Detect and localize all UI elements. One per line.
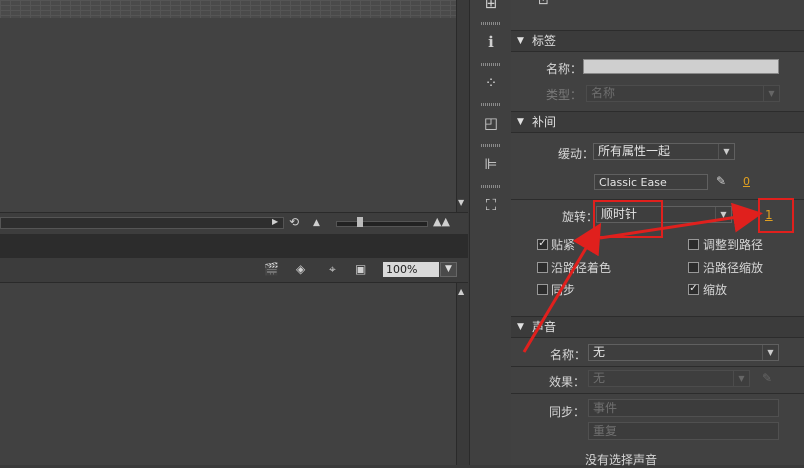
frame-type-label: 类型： [546, 88, 583, 102]
stage-area-top[interactable] [0, 0, 456, 212]
horizontal-scrollbar[interactable]: ▶ [0, 217, 284, 229]
classic-ease-field[interactable]: Classic Ease [594, 174, 708, 190]
zoom-dropdown-arrow[interactable]: ▼ [440, 262, 457, 277]
scale-label: 缩放 [703, 283, 728, 297]
loop-icon[interactable]: ⟲ [289, 215, 299, 229]
sound-name-value: 无 [593, 345, 606, 359]
sound-effect-label: 效果： [549, 375, 586, 389]
frame-type-dropdown[interactable]: 名称 ▼ [586, 85, 780, 102]
annotation-box-times [758, 198, 794, 233]
grip-handle[interactable] [481, 103, 501, 106]
stage-vertical-scrollbar-2[interactable]: ▲ [456, 283, 469, 465]
section-sound-title: 声音 [532, 320, 557, 334]
scroll-right-icon[interactable]: ▶ [272, 215, 278, 229]
ease-dropdown[interactable]: 所有属性一起 ▼ [593, 143, 735, 160]
stage-vertical-scrollbar[interactable]: ▼ [456, 0, 469, 212]
color-along-path-label: 沿路径着色 [551, 261, 612, 275]
section-tween-title: 补间 [532, 115, 557, 129]
chevron-down-icon: ▼ [762, 345, 778, 360]
snap-label: 贴紧 [551, 238, 576, 252]
grip-handle[interactable] [481, 185, 501, 188]
sound-sync-dropdown[interactable]: 事件 [588, 399, 779, 417]
edit-symbols-icon[interactable]: ◈ [296, 262, 305, 276]
sound-sync-label: 同步： [549, 405, 586, 419]
info-icon[interactable]: ℹ [478, 31, 504, 53]
chevron-down-icon: ▼ [763, 86, 779, 101]
frame-type-value: 名称 [591, 86, 616, 100]
snap-checkbox[interactable]: ✓ [537, 239, 548, 250]
chevron-down-icon: ▼ [733, 371, 749, 386]
align-grid-icon[interactable]: ⊞ [478, 0, 504, 14]
stage-area-bottom[interactable] [0, 283, 456, 465]
clapboard-icon[interactable]: 🎬 [264, 262, 279, 276]
no-sound-selected-text: 没有选择声音 [585, 453, 658, 467]
ease-label: 缓动： [558, 147, 595, 161]
sound-effect-dropdown[interactable]: 无 ▼ [588, 370, 750, 387]
ease-value: 所有属性一起 [598, 144, 671, 158]
symbol-icon: ⊡ [538, 0, 549, 8]
sound-name-label: 名称： [550, 348, 587, 362]
frame-name-input[interactable] [583, 59, 779, 74]
color-along-path-checkbox[interactable] [537, 262, 548, 273]
sync-label: 同步 [551, 283, 576, 297]
panel-icon-column: ⊞ ℹ ⁘ ◰ ⊫ ⛶ [469, 0, 512, 465]
sound-repeat-dropdown[interactable]: 重复 [588, 422, 779, 440]
timeline-zoom-slider[interactable] [336, 221, 428, 227]
align-icon[interactable]: ⊫ [478, 153, 504, 175]
swatches-icon[interactable]: ⁘ [478, 72, 504, 94]
section-label-title: 标签 [532, 34, 557, 48]
section-sound[interactable]: ▼ 声音 [511, 316, 804, 338]
panel-divider [0, 234, 468, 258]
pencil-icon[interactable]: ✎ [716, 174, 726, 188]
frame-name-label: 名称： [546, 62, 583, 76]
chevron-down-icon: ▼ [715, 207, 731, 222]
sound-name-dropdown[interactable]: 无 ▼ [588, 344, 779, 361]
sound-effect-value: 无 [593, 371, 606, 385]
sync-checkbox[interactable] [537, 284, 548, 295]
grip-handle[interactable] [481, 63, 501, 66]
collapse-triangle-icon[interactable]: ▼ [517, 31, 524, 51]
multiply-sign: × [744, 208, 755, 222]
scale-along-path-label: 沿路径缩放 [703, 261, 764, 275]
zoom-in-mountain-icon[interactable]: ▲▲ [433, 215, 450, 229]
grip-handle[interactable] [481, 144, 501, 147]
scale-along-path-checkbox[interactable] [688, 262, 699, 273]
grip-handle[interactable] [481, 22, 501, 25]
orient-to-path-checkbox[interactable] [688, 239, 699, 250]
orient-to-path-label: 调整到路径 [703, 238, 764, 252]
free-transform-icon[interactable]: ⛶ [478, 194, 504, 216]
clip-stage-icon[interactable]: ▣ [355, 262, 366, 276]
scroll-up-icon[interactable]: ▲ [458, 285, 464, 299]
collapse-triangle-icon[interactable]: ▼ [517, 317, 524, 337]
scroll-down-icon[interactable]: ▼ [458, 196, 464, 210]
crosshair-icon[interactable]: ⌖ [329, 262, 336, 276]
zoom-out-mountain-icon[interactable]: ▲ [313, 216, 320, 230]
divider [511, 393, 804, 394]
section-label[interactable]: ▼ 标签 [511, 30, 804, 52]
pencil-icon[interactable]: ✎ [762, 371, 772, 385]
chevron-down-icon: ▼ [718, 144, 734, 159]
divider [511, 366, 804, 367]
annotation-box-rotate [593, 200, 663, 238]
ease-amount[interactable]: 0 [743, 175, 750, 188]
zoom-input[interactable]: 100% [383, 262, 439, 277]
transform-icon[interactable]: ◰ [478, 112, 504, 134]
slider-thumb[interactable] [357, 217, 363, 227]
section-tween[interactable]: ▼ 补间 [511, 111, 804, 133]
collapse-triangle-icon[interactable]: ▼ [517, 112, 524, 132]
scale-checkbox[interactable]: ✓ [688, 284, 699, 295]
stage-grid [0, 0, 456, 18]
